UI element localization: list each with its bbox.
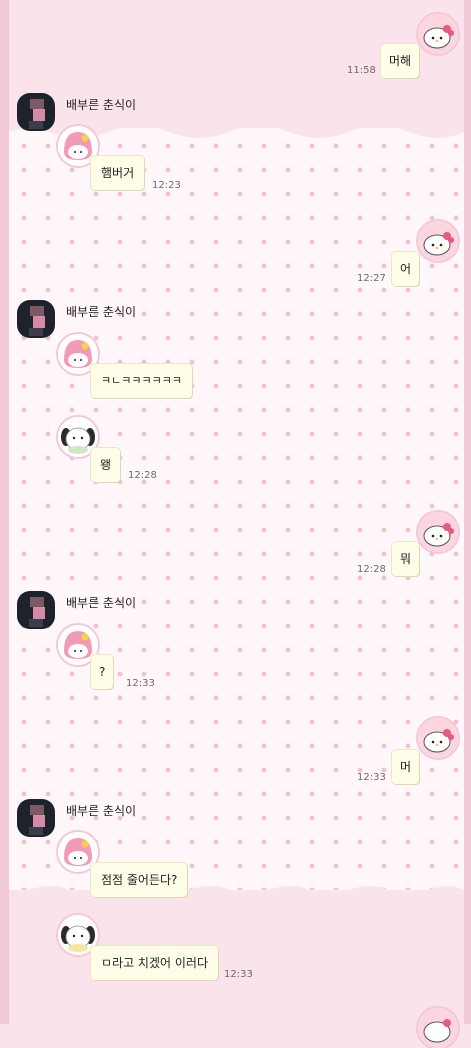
profile-photo[interactable] xyxy=(17,300,55,338)
message-text: 어 xyxy=(400,262,412,276)
message-text: ㅋㄴㅋㅋㅋㅋㅋㅋ xyxy=(101,374,182,387)
message-text: 뭐 xyxy=(400,552,412,566)
sender-name: 배부른 춘식이 xyxy=(66,596,137,610)
message-time: 12:23 xyxy=(152,180,181,191)
left-frame xyxy=(0,0,9,1024)
scallop-border-bottom xyxy=(9,886,464,902)
profile-photo[interactable] xyxy=(17,591,55,629)
profile-photo[interactable] xyxy=(17,799,55,837)
their-message-bubble[interactable]: 점점 줄어든다? xyxy=(91,863,188,897)
hello-kitty-icon[interactable] xyxy=(418,14,458,54)
sender-name: 배부른 춘식이 xyxy=(66,804,137,818)
profile-photo[interactable] xyxy=(17,93,55,131)
message-time: 12:28 xyxy=(357,564,386,575)
message-time: 12:33 xyxy=(224,969,253,980)
sender-name: 배부른 춘식이 xyxy=(66,305,137,319)
message-time: 12:33 xyxy=(126,678,155,689)
message-text: 왱 xyxy=(100,458,112,472)
message-time: 12:27 xyxy=(357,273,386,284)
message-text: 머 xyxy=(400,760,412,774)
message-text: ㅁ라고 치겠어 이러다 xyxy=(101,956,208,970)
their-message-bubble[interactable]: ? xyxy=(91,655,114,689)
message-text: 점점 줄어든다? xyxy=(101,873,178,887)
message-text: 머해 xyxy=(389,54,412,68)
my-message-bubble[interactable]: 어 xyxy=(392,252,420,286)
message-time: 11:58 xyxy=(347,65,376,76)
message-time: 12:33 xyxy=(357,772,386,783)
message-text: ? xyxy=(99,665,106,679)
their-message-bubble[interactable]: 왱 xyxy=(91,448,121,482)
my-message-bubble[interactable]: 머해 xyxy=(381,44,420,78)
message-time: 12:28 xyxy=(128,470,157,481)
their-message-bubble[interactable]: 햄버거 xyxy=(91,156,145,190)
message-text: 햄버거 xyxy=(101,166,135,180)
hello-kitty-icon[interactable] xyxy=(418,718,458,758)
sender-name: 배부른 춘식이 xyxy=(66,98,137,112)
their-message-bubble[interactable]: ㅁ라고 치겠어 이러다 xyxy=(91,946,218,980)
my-message-bubble[interactable]: 뭐 xyxy=(392,542,420,576)
their-message-bubble[interactable]: ㅋㄴㅋㅋㅋㅋㅋㅋ xyxy=(91,364,192,398)
hello-kitty-icon[interactable] xyxy=(418,221,458,261)
right-frame xyxy=(464,0,471,1024)
my-message-bubble[interactable]: 머 xyxy=(392,750,420,784)
hello-kitty-icon[interactable] xyxy=(418,512,458,552)
hello-kitty-icon[interactable] xyxy=(418,1008,458,1048)
